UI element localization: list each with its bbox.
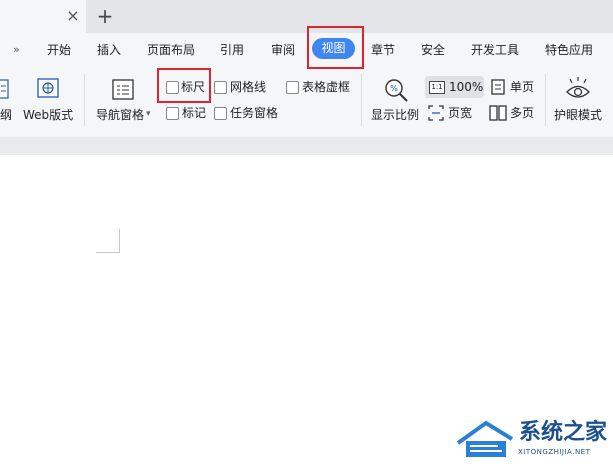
markup-checkbox[interactable] <box>166 107 179 120</box>
task-pane-checkbox[interactable] <box>214 107 227 120</box>
watermark-logo-icon <box>456 420 514 457</box>
navigation-pane-icon[interactable] <box>112 79 134 101</box>
outline-view-icon[interactable] <box>0 79 10 99</box>
new-tab-plus-icon[interactable]: + <box>96 5 114 27</box>
menu-item-security[interactable]: 安全 <box>421 42 445 58</box>
watermark-subtitle: XITONGZHIJIA.NET <box>518 448 591 456</box>
multi-page-label[interactable]: 多页 <box>510 105 534 121</box>
table-gridlines-checkbox[interactable] <box>286 81 299 94</box>
eye-icon[interactable] <box>565 76 591 102</box>
outline-view-label[interactable]: 纲 <box>0 107 12 123</box>
watermark-title: 系统之家 <box>519 420 608 445</box>
close-icon[interactable]: × <box>66 7 80 25</box>
multi-page-icon[interactable] <box>489 105 507 121</box>
highlight-view-tab <box>307 26 364 69</box>
group-separator <box>545 74 546 126</box>
table-gridlines-label[interactable]: 表格虚框 <box>302 79 350 95</box>
single-page-label[interactable]: 单页 <box>510 79 534 95</box>
zoom-value: 100% <box>449 80 484 94</box>
group-separator <box>84 74 85 126</box>
navigation-pane-label[interactable]: 导航窗格 <box>96 107 144 123</box>
margin-corner-mark <box>119 229 120 252</box>
zoom-magnifier-icon[interactable]: % <box>383 77 409 103</box>
menu-item-page-layout[interactable]: 页面布局 <box>147 42 195 58</box>
page-width-label[interactable]: 页宽 <box>448 105 472 121</box>
markup-label[interactable]: 标记 <box>182 105 206 121</box>
web-layout-label[interactable]: Web版式 <box>23 107 73 123</box>
menu-item-chapter[interactable]: 章节 <box>371 42 395 58</box>
eye-protection-label[interactable]: 护眼模式 <box>554 107 602 123</box>
menu-item-features[interactable]: 特色应用 <box>545 42 593 58</box>
zoom-ratio-label[interactable]: 显示比例 <box>371 107 419 123</box>
document-tab[interactable]: × <box>0 0 86 33</box>
menu-item-home[interactable]: 开始 <box>47 42 71 58</box>
ribbon-bottom-border <box>0 137 613 155</box>
menu-scroll-left-icon[interactable]: » <box>13 42 20 58</box>
gridlines-checkbox[interactable] <box>214 81 227 94</box>
zoom-100-button[interactable]: 1:1 100% <box>425 76 484 98</box>
menu-item-insert[interactable]: 插入 <box>97 42 121 58</box>
menu-item-developer[interactable]: 开发工具 <box>471 42 519 58</box>
single-page-icon[interactable] <box>491 79 505 95</box>
gridlines-label[interactable]: 网格线 <box>230 79 266 95</box>
task-pane-label[interactable]: 任务窗格 <box>230 105 278 121</box>
menu-item-references[interactable]: 引用 <box>220 42 244 58</box>
actual-size-icon: 1:1 <box>429 81 445 94</box>
margin-corner-mark <box>96 252 120 253</box>
svg-text:%: % <box>390 84 398 93</box>
chevron-down-icon[interactable]: ▾ <box>146 106 151 122</box>
page-width-icon[interactable] <box>428 105 444 121</box>
highlight-ruler <box>157 68 211 103</box>
menu-item-review[interactable]: 审阅 <box>271 42 295 58</box>
web-layout-icon[interactable] <box>37 78 59 100</box>
group-separator <box>361 74 362 126</box>
